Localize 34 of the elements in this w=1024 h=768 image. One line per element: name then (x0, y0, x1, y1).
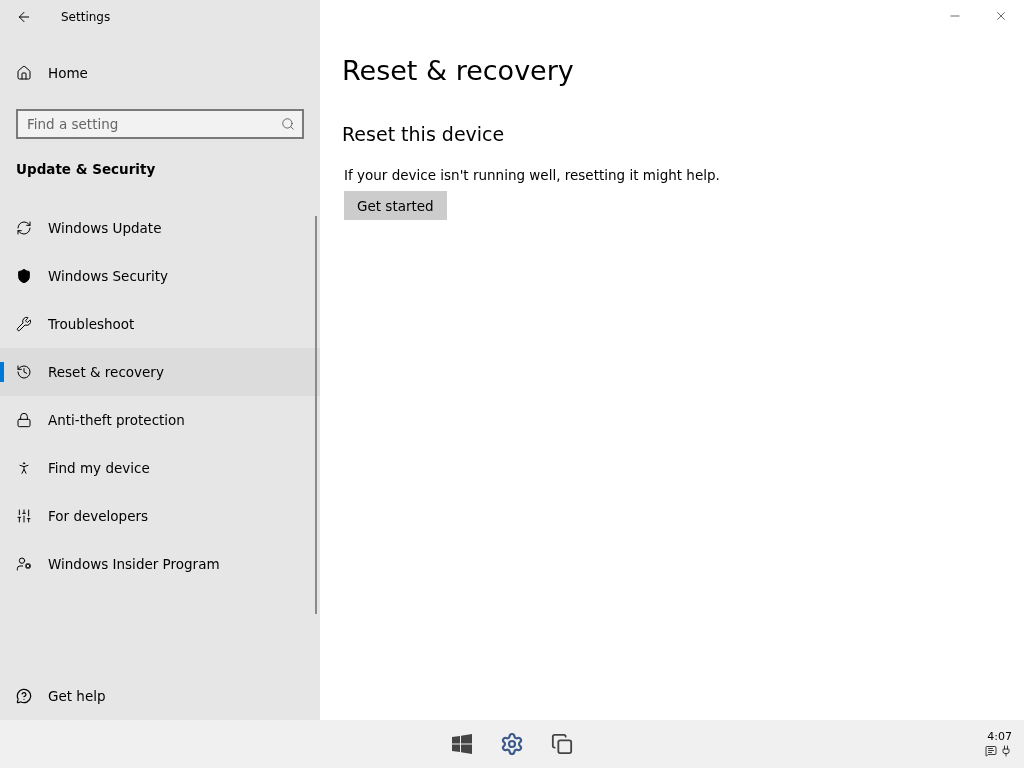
help-icon (16, 688, 32, 704)
sidebar-item[interactable]: Troubleshoot (0, 300, 320, 348)
lock-icon (16, 412, 32, 428)
sidebar-item[interactable]: Anti-theft protection (0, 396, 320, 444)
sidebar-item[interactable]: For developers (0, 492, 320, 540)
help-nav-item[interactable]: Get help (0, 672, 320, 720)
plug-icon[interactable] (1000, 745, 1012, 757)
message-icon[interactable] (985, 745, 997, 757)
history-icon (16, 364, 32, 380)
person-icon (16, 460, 32, 476)
page-title: Reset & recovery (342, 55, 575, 86)
get-started-button[interactable]: Get started (344, 191, 447, 220)
scrollbar[interactable] (315, 216, 317, 614)
section-heading: Reset this device (342, 123, 506, 145)
sidebar-item[interactable]: Find my device (0, 444, 320, 492)
close-icon (994, 9, 1008, 23)
sidebar-item[interactable]: Reset & recovery (0, 348, 320, 396)
section-heading: Update & Security (16, 161, 157, 177)
home-nav-item[interactable]: Home (0, 49, 320, 97)
wrench-icon (16, 316, 32, 332)
window-title: Settings (61, 9, 111, 24)
refresh-icon (16, 220, 32, 236)
clock[interactable]: 4:07 (987, 730, 1012, 743)
shield-icon (16, 268, 32, 284)
sidebar-item[interactable]: Windows Security (0, 252, 320, 300)
search-field[interactable]: Find a setting (16, 109, 304, 139)
user-gear-icon (16, 556, 32, 572)
sidebar-item[interactable]: Windows Insider Program (0, 540, 320, 588)
description: If your device isn't running well, resetting it might help. (344, 167, 721, 183)
sidebar-item[interactable]: Windows Update (0, 204, 320, 252)
selection-indicator (0, 362, 4, 382)
sliders-icon (16, 508, 32, 524)
search-icon (281, 117, 295, 131)
home-icon (16, 65, 32, 81)
